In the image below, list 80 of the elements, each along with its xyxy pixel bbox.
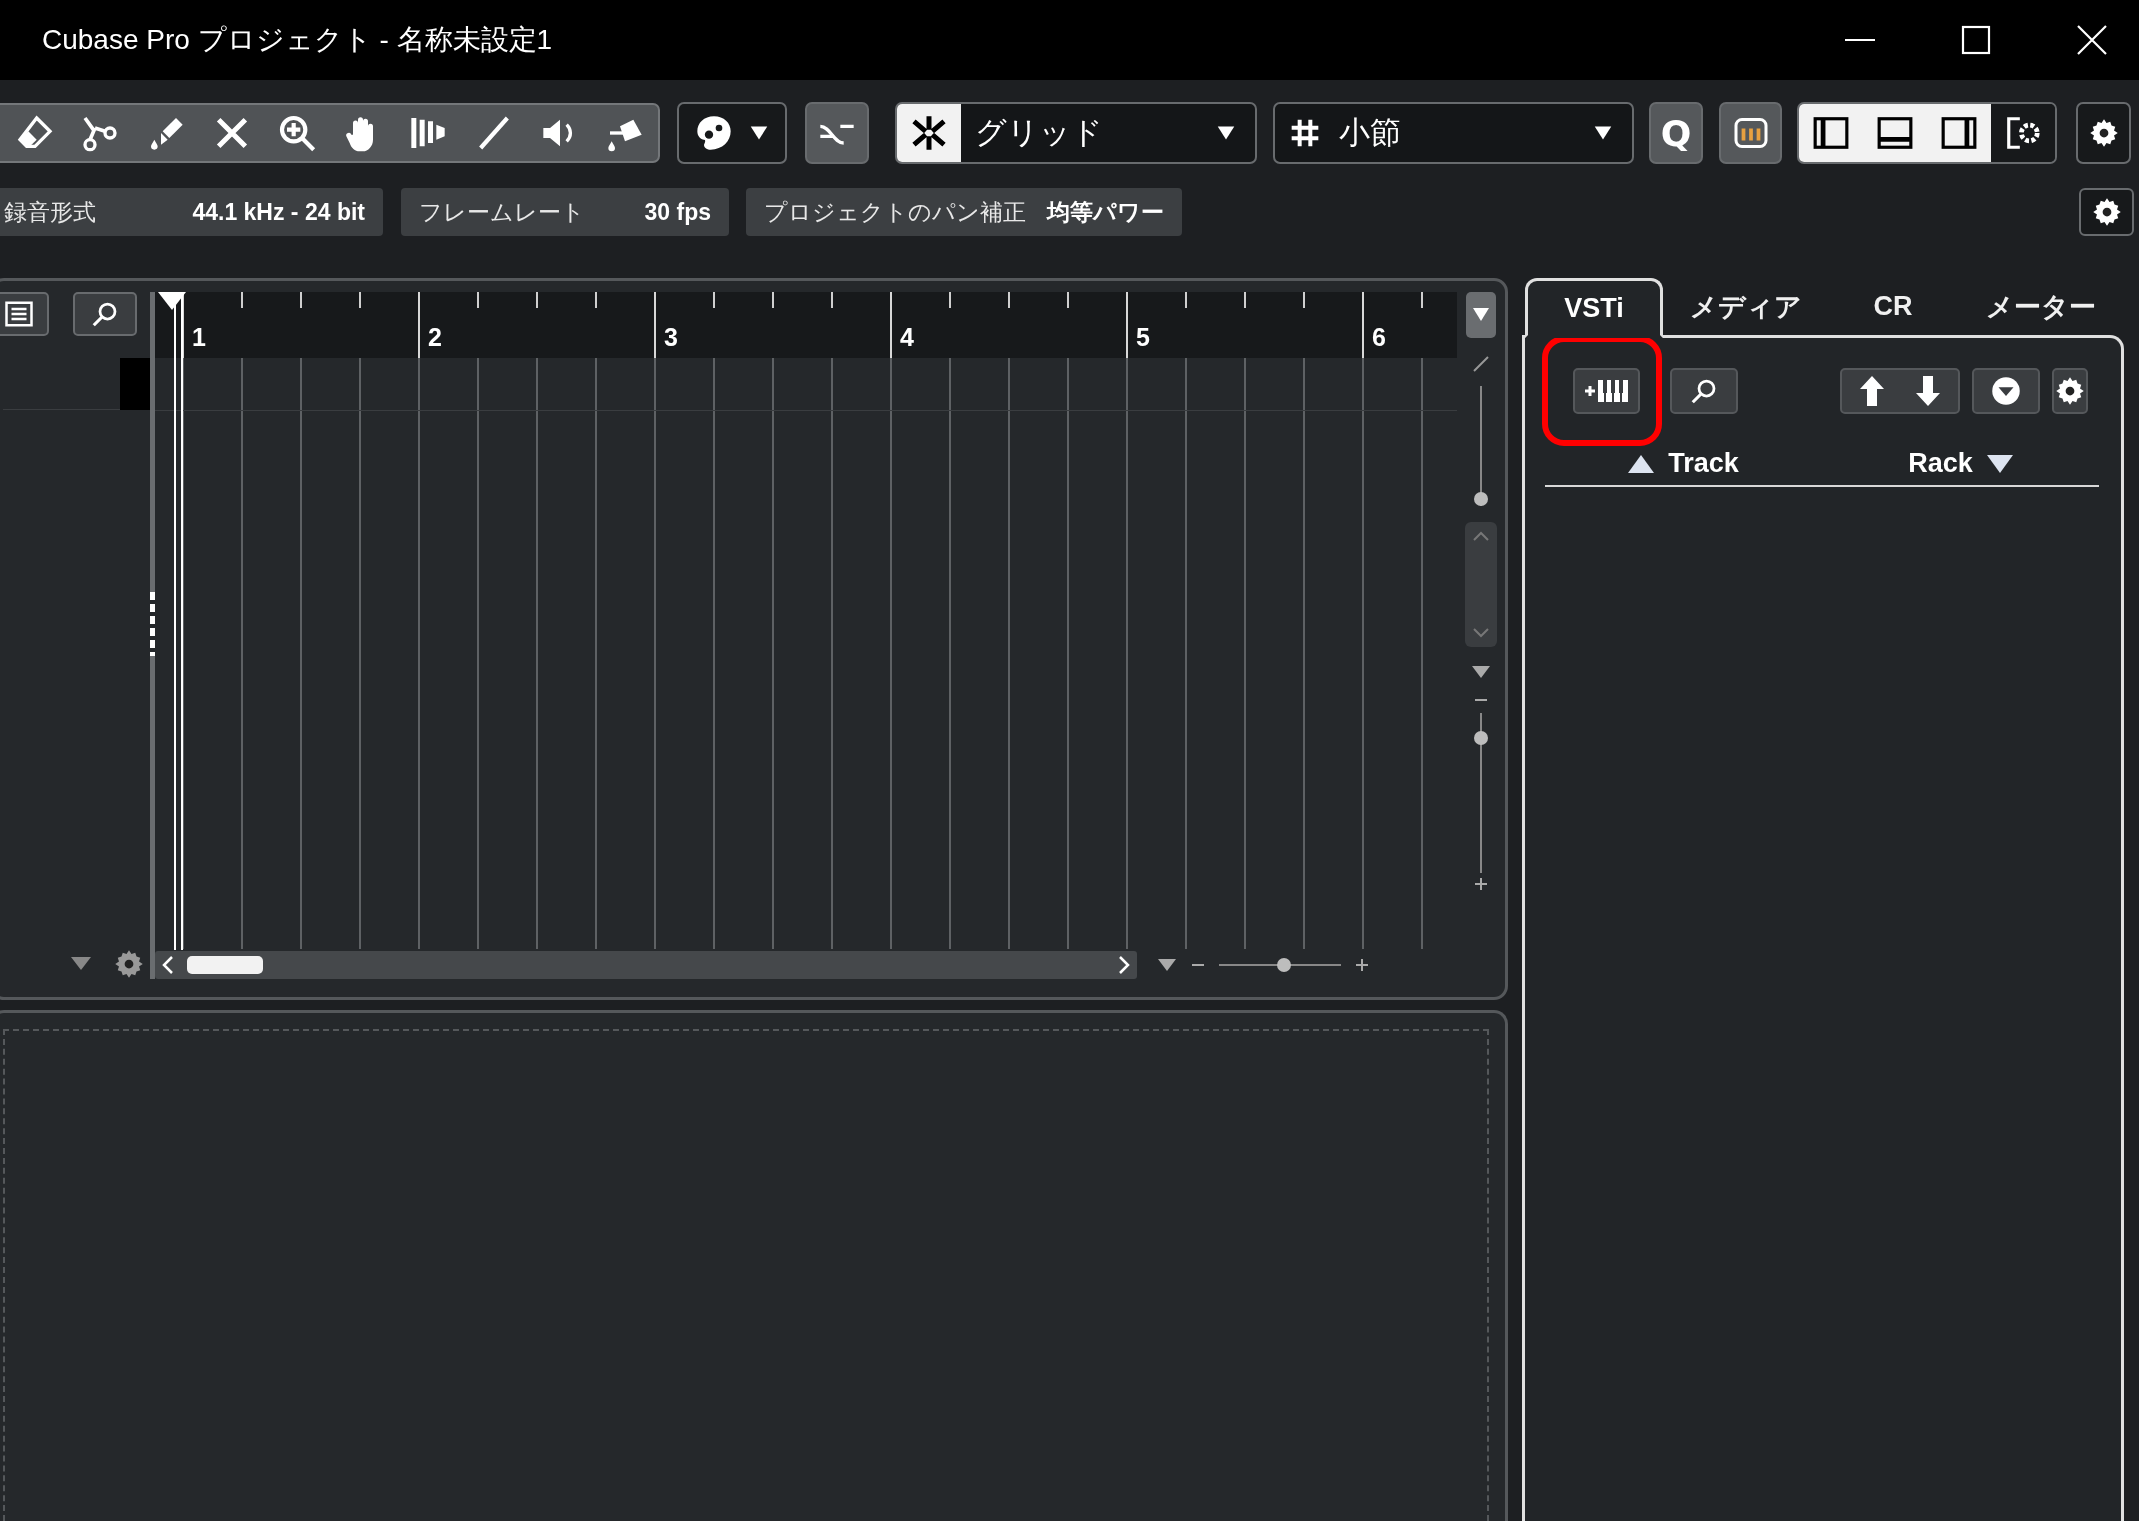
- bar-number: 2: [428, 323, 442, 352]
- settings-button[interactable]: [2079, 188, 2134, 236]
- bar-number: 4: [900, 323, 914, 352]
- hash-icon: [1289, 117, 1321, 149]
- zoom-icon[interactable]: [277, 113, 318, 153]
- info-field[interactable]: プロジェクトのパン補正 均等パワー: [746, 188, 1182, 236]
- info-label: 録音形式: [4, 197, 96, 227]
- dropdown-caret-icon[interactable]: [1157, 958, 1177, 972]
- tab[interactable]: VSTi: [1525, 278, 1663, 338]
- plus-icon[interactable]: [1474, 877, 1488, 891]
- auto-scroll-button[interactable]: [805, 102, 869, 164]
- maximize-icon[interactable]: [1959, 23, 1993, 57]
- track-list-button[interactable]: [0, 292, 49, 336]
- resize-handle[interactable]: [150, 592, 155, 656]
- plus-icon[interactable]: [1355, 958, 1369, 972]
- ruler[interactable]: 1 2 3 4 5 6: [155, 292, 1457, 358]
- keyboard-icon: [1732, 115, 1769, 151]
- color-menu-button[interactable]: [677, 102, 787, 164]
- list-icon: [4, 299, 34, 329]
- chevron-up-icon[interactable]: [1472, 530, 1490, 542]
- left-zone-icon: [1812, 114, 1850, 152]
- info-label: プロジェクトのパン補正: [764, 197, 1026, 227]
- horizontal-scrollbar[interactable]: [155, 951, 1137, 979]
- settings-button[interactable]: [2052, 368, 2088, 414]
- lower-zone-icon: [1876, 114, 1914, 152]
- dropdown-caret-icon: [1472, 307, 1490, 323]
- column-header[interactable]: Track: [1545, 448, 1822, 479]
- grid-type-dropdown[interactable]: 小節: [1273, 102, 1634, 164]
- chevron-right-icon[interactable]: [1117, 955, 1131, 975]
- info-value: 均等パワー: [1047, 197, 1164, 227]
- track-color-block: [120, 358, 150, 410]
- pencil-line-icon: [1473, 356, 1489, 372]
- keyboard-button[interactable]: [1719, 102, 1782, 164]
- settings-icon[interactable]: [114, 949, 144, 979]
- quantize-button[interactable]: Q: [1649, 102, 1703, 164]
- chevron-down-icon[interactable]: [1472, 627, 1490, 639]
- slider-thumb[interactable]: [1277, 958, 1292, 972]
- dropdown-caret-icon[interactable]: [1471, 665, 1491, 679]
- zone-toggle[interactable]: [1927, 104, 1991, 162]
- zone-toggle[interactable]: [1799, 104, 1863, 162]
- tab[interactable]: CR: [1828, 278, 1958, 335]
- slider-thumb[interactable]: [1474, 730, 1488, 745]
- snap-type-dropdown[interactable]: グリッド: [895, 102, 1257, 164]
- tab[interactable]: メーター: [1958, 278, 2123, 335]
- close-icon[interactable]: [2075, 23, 2109, 57]
- window-title: Cubase Pro プロジェクト - 名称未設定1: [41, 23, 554, 57]
- bar-number: 6: [1372, 323, 1386, 352]
- vertical-scrollbar[interactable]: [1465, 522, 1497, 647]
- add-instrument-button[interactable]: [1573, 368, 1640, 414]
- search-button[interactable]: [1670, 368, 1738, 414]
- tab[interactable]: メディア: [1663, 278, 1828, 335]
- collapse-button[interactable]: [1972, 368, 2040, 414]
- info-value: 30 fps: [644, 198, 711, 226]
- right-zone-icon: [1940, 114, 1978, 152]
- column-header[interactable]: Rack: [1822, 448, 2099, 479]
- playhead-marker[interactable]: [158, 292, 186, 950]
- settings-icon: [2091, 197, 2122, 227]
- arrow-down-icon[interactable]: [1915, 375, 1941, 407]
- dropdown-caret-icon[interactable]: [70, 956, 92, 972]
- bar-number: 3: [664, 323, 678, 352]
- chevron-left-icon[interactable]: [161, 955, 175, 975]
- scrollbar-thumb[interactable]: [187, 956, 263, 974]
- info-label: フレームレート: [419, 197, 585, 227]
- bar-number: 1: [192, 323, 206, 352]
- circle-caret-icon: [1991, 376, 2021, 406]
- info-value: 44.1 kHz - 24 bit: [192, 198, 365, 226]
- move-buttons[interactable]: [1840, 368, 1960, 414]
- zone-toggle[interactable]: [1991, 104, 2055, 162]
- ruler-menu-button[interactable]: [1466, 292, 1496, 338]
- slider-thumb[interactable]: [1474, 492, 1488, 506]
- settings-icon: [2055, 376, 2085, 406]
- search-button[interactable]: [73, 292, 137, 336]
- window-settings-icon: [2004, 114, 2042, 152]
- info-field[interactable]: 録音形式 44.1 kHz - 24 bit: [0, 188, 383, 236]
- settings-button[interactable]: [2076, 102, 2131, 164]
- arrow-up-icon[interactable]: [1859, 375, 1885, 407]
- info-field[interactable]: フレームレート 30 fps: [401, 188, 729, 236]
- settings-icon: [2088, 118, 2119, 148]
- palette-icon: [694, 113, 734, 153]
- bar-number: 5: [1136, 323, 1150, 352]
